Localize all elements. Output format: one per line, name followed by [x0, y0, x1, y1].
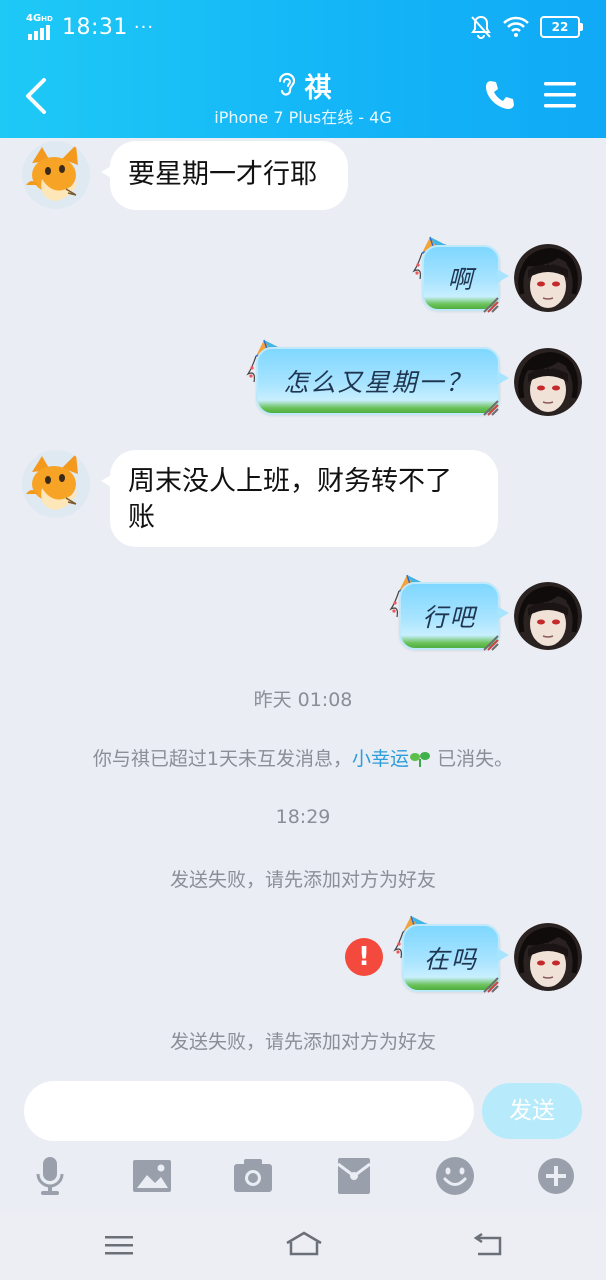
ear-icon [278, 72, 295, 96]
battery-level: 22 [551, 20, 569, 34]
my-avatar[interactable] [514, 582, 582, 650]
red-packet-icon[interactable] [332, 1154, 376, 1198]
message-bubble[interactable]: 怎么又星期一？ [256, 347, 509, 415]
system-navigation-bar [0, 1214, 606, 1280]
bubble-corner-icon [482, 634, 500, 652]
back-icon[interactable] [470, 1230, 504, 1260]
home-icon[interactable] [284, 1230, 324, 1260]
back-button[interactable] [22, 76, 52, 116]
bubble-corner-icon [482, 399, 500, 417]
message-text: 怎么又星期一？ [283, 368, 473, 397]
emoji-icon[interactable] [433, 1154, 477, 1198]
bubble-corner-icon [482, 296, 500, 314]
battery-icon: 22 [540, 16, 583, 38]
message-input[interactable] [24, 1081, 474, 1141]
microphone-icon[interactable] [28, 1154, 72, 1198]
device-status: iPhone 7 Plus在线 - 4G [214, 108, 392, 127]
chat-title-block[interactable]: 祺 iPhone 7 Plus在线 - 4G [150, 68, 456, 128]
contact-name: 祺 [304, 72, 332, 104]
menu-icon[interactable] [102, 1230, 136, 1260]
wifi-icon [503, 16, 529, 37]
message-text: 要星期一才行耶 [128, 159, 317, 190]
picture-icon[interactable] [130, 1154, 174, 1198]
phone-call-button[interactable] [482, 78, 516, 112]
streak-notice: 你与祺已超过1天未互发消息，小幸运 已消失。 [92, 748, 514, 770]
contact-avatar[interactable] [22, 450, 90, 518]
menu-button[interactable] [542, 78, 578, 112]
signal-icon: 4GHD [26, 14, 56, 40]
status-time: 18:31 [62, 14, 128, 40]
send-button[interactable]: 发送 [482, 1083, 582, 1139]
my-avatar[interactable] [514, 923, 582, 991]
timestamp: 18:29 [275, 806, 331, 828]
message-text-line: 账 [128, 502, 155, 533]
my-avatar[interactable] [514, 348, 582, 416]
my-avatar[interactable] [514, 244, 582, 312]
mute-bell-icon [471, 15, 491, 39]
message-text: 啊 [447, 265, 475, 294]
status-more-icon: ··· [133, 16, 155, 38]
timestamp: 昨天 01:08 [253, 689, 353, 711]
streak-link[interactable]: 小幸运 [352, 748, 409, 770]
resend-error-icon[interactable]: ! [345, 938, 383, 976]
status-bar: 4GHD 18:31 ··· 22 [0, 0, 606, 56]
message-bubble[interactable]: 要星期一才行耶 [101, 141, 348, 210]
sprout-icon [410, 752, 431, 767]
input-toolbar [0, 1150, 606, 1204]
camera-icon[interactable] [231, 1154, 275, 1198]
plus-icon[interactable] [534, 1154, 578, 1198]
chat-header: 4GHD 18:31 ··· 22 祺 iPhone 7 Plus在线 - 4G [0, 0, 606, 138]
send-failed-notice: 发送失败，请先添加对方为好友 [169, 1031, 436, 1053]
send-failed-notice: 发送失败，请先添加对方为好友 [169, 869, 436, 891]
contact-avatar[interactable] [22, 141, 90, 209]
message-bubble[interactable]: 周末没人上班，财务转不了 账 [101, 450, 498, 547]
message-text: 在吗 [423, 945, 478, 974]
bubble-corner-icon [482, 976, 500, 994]
message-text: 行吧 [422, 603, 477, 632]
message-text-line: 周末没人上班，财务转不了 [128, 466, 452, 497]
